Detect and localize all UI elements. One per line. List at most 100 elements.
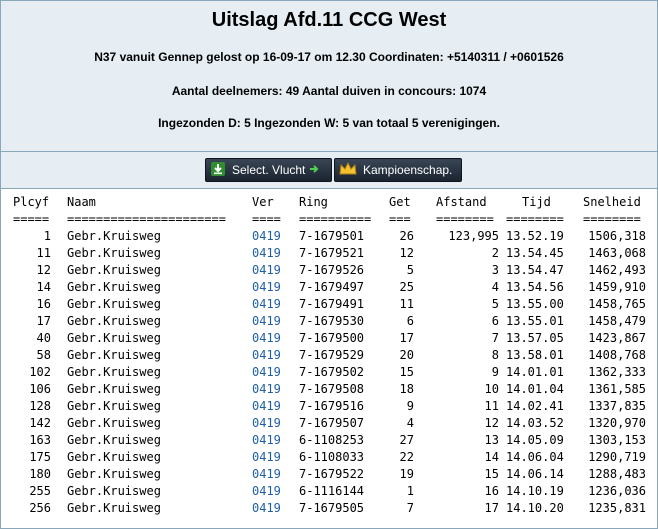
cell-afstand: 15: [484, 467, 499, 481]
separator-ring: ==========: [299, 212, 372, 226]
cell-snelheid: 1303,153: [588, 433, 646, 447]
table-row: 163 Gebr.Kruisweg 0419 6-1108253 27 13 14.05.0…: [1, 432, 657, 449]
cell-naam: Gebr.Kruisweg: [67, 501, 161, 515]
cell-tijd: 14.03.52: [506, 416, 564, 430]
table-body: 1 Gebr.Kruisweg 0419 7-1679501 26 123,995 13.5…: [1, 228, 657, 517]
cell-ring: 7-1679522: [299, 467, 365, 481]
cell-ring: 7-1679521: [299, 246, 365, 260]
cell-ring: 7-1679491: [299, 297, 365, 311]
table-row: 11 Gebr.Kruisweg 0419 7-1679521 12 2 13.54.45 1…: [1, 245, 657, 262]
cell-get: 18: [399, 382, 414, 396]
ver-link[interactable]: 0419: [252, 466, 281, 483]
cell-snelheid: 1362,333: [588, 365, 646, 379]
cell-naam: Gebr.Kruisweg: [67, 399, 161, 413]
cell-ring: 7-1679529: [299, 348, 365, 362]
cell-get: 26: [399, 229, 414, 243]
cell-afstand: 13: [484, 433, 499, 447]
cell-afstand: 10: [484, 382, 499, 396]
cell-plcyf: 17: [36, 314, 51, 328]
header-naam: Naam: [67, 195, 96, 209]
cell-naam: Gebr.Kruisweg: [67, 365, 161, 379]
result-header: Uitslag Afd.11 CCG West N37 vanuit Genne…: [1, 1, 657, 152]
ver-link[interactable]: 0419: [252, 228, 281, 245]
ver-link[interactable]: 0419: [252, 313, 281, 330]
cell-afstand: 6: [491, 314, 499, 328]
submissions-info: Ingezonden D: 5 Ingezonden W: 5 van tota…: [158, 116, 500, 130]
table-row: 17 Gebr.Kruisweg 0419 7-1679530 6 6 13.55.01 14…: [1, 313, 657, 330]
cell-tijd: 13.54.47: [506, 263, 564, 277]
cell-get: 27: [399, 433, 414, 447]
cell-afstand: 9: [491, 365, 499, 379]
cell-afstand: 2: [491, 246, 499, 260]
championship-button[interactable]: Kampioenschap.: [334, 158, 462, 182]
ver-link[interactable]: 0419: [252, 347, 281, 364]
cell-get: 25: [399, 280, 414, 294]
cell-tijd: 13.57.05: [506, 331, 564, 345]
cell-afstand: 17: [484, 501, 499, 515]
cell-naam: Gebr.Kruisweg: [67, 382, 161, 396]
cell-ring: 6-1108033: [299, 450, 365, 464]
ver-link[interactable]: 0419: [252, 245, 281, 262]
table-row: 255 Gebr.Kruisweg 0419 6-1116144 1 16 14.10.19…: [1, 483, 657, 500]
cell-get: 15: [399, 365, 414, 379]
cell-get: 4: [406, 416, 414, 430]
cell-tijd: 14.05.09: [506, 433, 564, 447]
cell-plcyf: 1: [43, 229, 51, 243]
cell-tijd: 14.01.04: [506, 382, 564, 396]
cell-tijd: 13.58.01: [506, 348, 564, 362]
cell-afstand: 8: [491, 348, 499, 362]
cell-ring: 6-1116144: [299, 484, 365, 498]
table-row: 16 Gebr.Kruisweg 0419 7-1679491 11 5 13.55.00 1…: [1, 296, 657, 313]
cell-get: 6: [406, 314, 414, 328]
cell-afstand: 14: [484, 450, 499, 464]
ver-link[interactable]: 0419: [252, 381, 281, 398]
table-row: 58 Gebr.Kruisweg 0419 7-1679529 20 8 13.58.01 1…: [1, 347, 657, 364]
cell-afstand: 3: [491, 263, 499, 277]
crown-icon: [339, 161, 357, 179]
cell-snelheid: 1235,831: [588, 501, 646, 515]
cell-ring: 7-1679505: [299, 501, 365, 515]
ver-link[interactable]: 0419: [252, 364, 281, 381]
ver-link[interactable]: 0419: [252, 279, 281, 296]
cell-snelheid: 1458,479: [588, 314, 646, 328]
cell-get: 12: [399, 246, 414, 260]
select-flight-button[interactable]: Select. Vlucht: [205, 158, 332, 182]
ver-link[interactable]: 0419: [252, 500, 281, 517]
ver-link[interactable]: 0419: [252, 296, 281, 313]
toolbar: Select. Vlucht Kampioenschap.: [1, 152, 657, 189]
cell-get: 20: [399, 348, 414, 362]
separator-plcyf: =====: [13, 212, 50, 226]
ver-link[interactable]: 0419: [252, 262, 281, 279]
cell-tijd: 14.01.01: [506, 365, 564, 379]
cell-plcyf: 16: [36, 297, 51, 311]
ver-link[interactable]: 0419: [252, 398, 281, 415]
cell-snelheid: 1361,585: [588, 382, 646, 396]
ver-link[interactable]: 0419: [252, 449, 281, 466]
cell-ring: 7-1679516: [299, 399, 365, 413]
championship-label: Kampioenschap.: [363, 163, 453, 177]
cell-naam: Gebr.Kruisweg: [67, 348, 161, 362]
ver-link[interactable]: 0419: [252, 432, 281, 449]
cell-naam: Gebr.Kruisweg: [67, 484, 161, 498]
ver-link[interactable]: 0419: [252, 483, 281, 500]
cell-snelheid: 1236,036: [588, 484, 646, 498]
ver-link[interactable]: 0419: [252, 415, 281, 432]
table-row: 175 Gebr.Kruisweg 0419 6-1108033 22 14 14.06.0…: [1, 449, 657, 466]
cell-plcyf: 14: [36, 280, 51, 294]
cell-plcyf: 106: [29, 382, 51, 396]
ver-link[interactable]: 0419: [252, 330, 281, 347]
table-row: 14 Gebr.Kruisweg 0419 7-1679497 25 4 13.54.56 1…: [1, 279, 657, 296]
cell-snelheid: 1463,068: [588, 246, 646, 260]
cell-tijd: 14.06.14: [506, 467, 564, 481]
cell-snelheid: 1337,835: [588, 399, 646, 413]
table-row: 256 Gebr.Kruisweg 0419 7-1679505 7 17 14.10.20…: [1, 500, 657, 517]
cell-snelheid: 1290,719: [588, 450, 646, 464]
cell-plcyf: 102: [29, 365, 51, 379]
cell-tijd: 14.02.41: [506, 399, 564, 413]
cell-naam: Gebr.Kruisweg: [67, 280, 161, 294]
header-snelheid: Snelheid: [583, 195, 641, 209]
cell-snelheid: 1462,493: [588, 263, 646, 277]
cell-tijd: 13.54.56: [506, 280, 564, 294]
separator-naam: ======================: [67, 212, 226, 226]
separator-ver: ====: [252, 212, 281, 226]
